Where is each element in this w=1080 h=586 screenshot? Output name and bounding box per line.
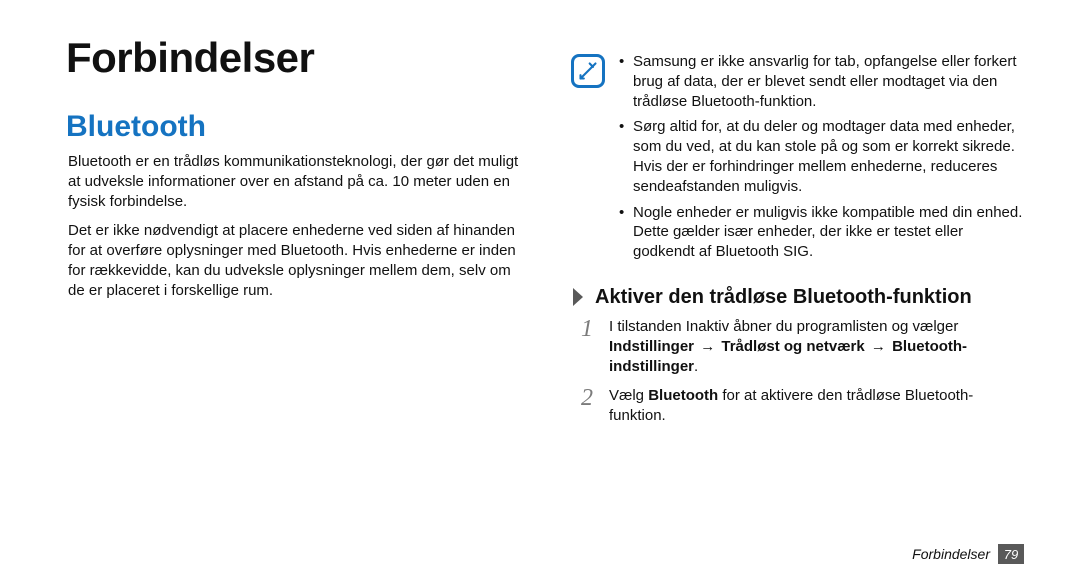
step-body: I tilstanden Inaktiv åbner du programlis… (609, 317, 1024, 376)
footer-section-title: Forbindelser (912, 546, 990, 562)
step-item: 1 I tilstanden Inaktiv åbner du programl… (571, 317, 1024, 376)
section-title-bluetooth: Bluetooth (66, 110, 519, 144)
step-number: 1 (577, 317, 597, 341)
step-body: Vælg Bluetooth for at aktivere den trådl… (609, 386, 1024, 426)
page-footer: Forbindelser 79 (912, 544, 1024, 564)
menu-path-part: Trådløst og netværk (721, 338, 864, 355)
subsection-heading: Aktiver den trådløse Bluetooth-funktion (571, 286, 1024, 309)
step-text: Vælg (609, 387, 648, 404)
left-column: Forbindelser Bluetooth Bluetooth er en t… (66, 34, 523, 436)
note-bullet-list: Samsung er ikke ansvarlig for tab, opfan… (619, 52, 1024, 268)
note-icon (571, 54, 605, 88)
page-root: Forbindelser Bluetooth Bluetooth er en t… (0, 0, 1080, 586)
bold-term: Bluetooth (648, 387, 718, 404)
page-title: Forbindelser (66, 34, 519, 82)
right-column: Samsung er ikke ansvarlig for tab, opfan… (567, 34, 1024, 436)
subsection-title: Aktiver den trådløse Bluetooth-funktion (595, 286, 972, 309)
note-bullet-item: Samsung er ikke ansvarlig for tab, opfan… (619, 52, 1024, 111)
note-block: Samsung er ikke ansvarlig for tab, opfan… (571, 52, 1024, 268)
note-bullet-item: Sørg altid for, at du deler og modtager … (619, 117, 1024, 196)
menu-path-arrow: → (871, 338, 886, 355)
menu-path-arrow: → (700, 338, 715, 355)
menu-path-part: Indstillinger (609, 338, 694, 355)
step-number: 2 (577, 386, 597, 410)
chevron-right-icon (571, 286, 587, 308)
footer-page-number: 79 (998, 544, 1024, 564)
body-paragraph: Bluetooth er en trådløs kommunikationste… (66, 152, 519, 211)
body-paragraph: Det er ikke nødvendigt at placere enhede… (66, 221, 519, 300)
note-bullet-item: Nogle enheder er muligvis ikke kompatibl… (619, 203, 1024, 262)
period: . (694, 358, 698, 375)
step-text: I tilstanden Inaktiv åbner du programlis… (609, 318, 958, 335)
two-column-layout: Forbindelser Bluetooth Bluetooth er en t… (66, 34, 1024, 436)
step-item: 2 Vælg Bluetooth for at aktivere den trå… (571, 386, 1024, 426)
